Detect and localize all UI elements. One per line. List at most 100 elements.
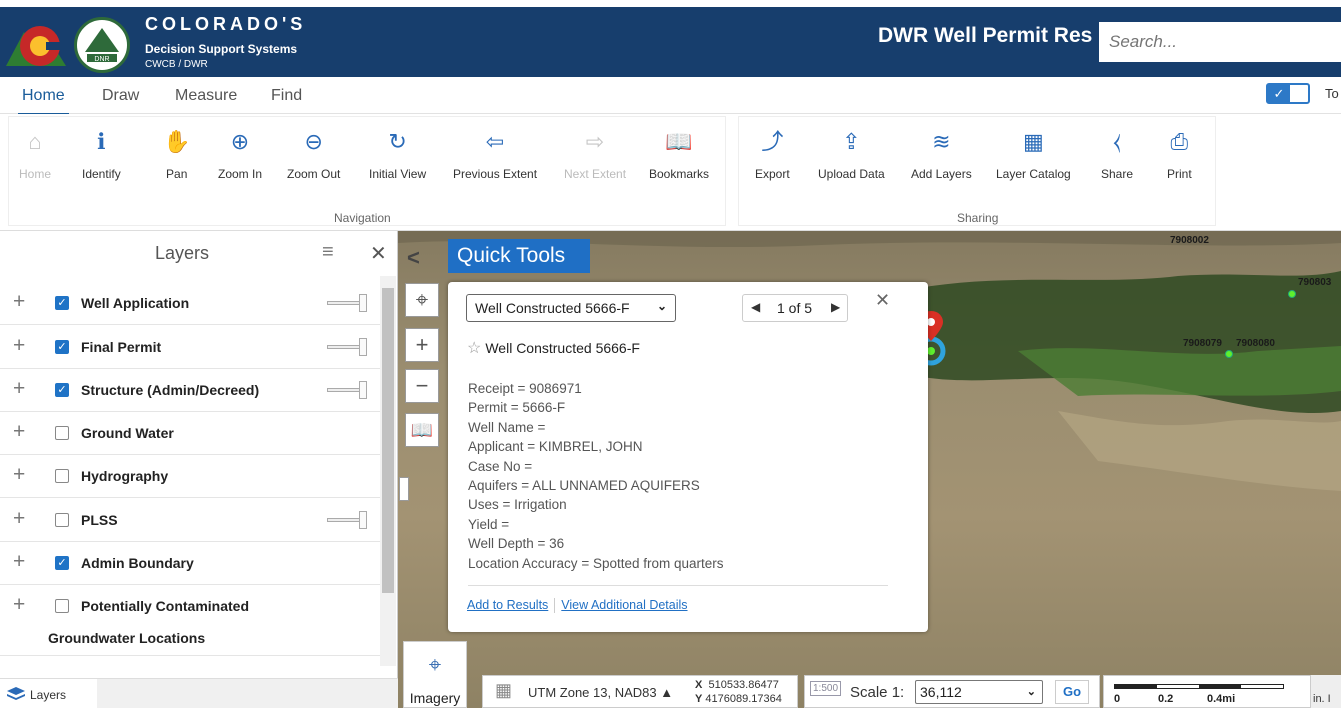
pager-text: 1 of 5 [777,300,813,316]
menu-icon[interactable]: ≡ [322,241,334,264]
next-extent-button[interactable]: ⇨ Next Extent [564,125,626,181]
layers-bottom-tab-label: Layers [30,688,67,702]
expand-icon[interactable]: + [13,420,25,444]
opacity-slider[interactable] [327,338,369,356]
chevron-down-icon: ⌄ [656,299,667,313]
map-view[interactable]: < Quick Tools ⌖ + − 📖 7908002 790803 790… [398,231,1341,708]
next-arrow-icon[interactable]: ▶ [831,300,840,314]
attribute-line: Yield = [468,516,510,532]
scale-bar-label: 0.2 [1158,693,1174,705]
expand-icon[interactable]: + [13,377,25,401]
layers-panel-title: Layers [155,243,210,263]
layer-name-continued: Groundwater Locations [48,630,206,646]
feature-select[interactable]: Well Constructed 5666-F ⌄ [466,294,676,322]
opacity-slider[interactable] [327,511,369,529]
tab-draw[interactable]: Draw [102,87,139,105]
layers-bottom-tab[interactable]: Layers [0,679,97,709]
ribbon-toolbar: ⌂ Home ℹ Identify ✋ Pan ⊕ Zoom In ⊖ Zoom Out … [0,114,1341,231]
navigation-group-label: Navigation [334,211,391,225]
zoom-in-button[interactable]: ⊕ Zoom In [218,125,262,181]
prev-arrow-icon[interactable]: ◀ [751,300,760,314]
add-layers-button[interactable]: ≋ Add Layers [911,125,972,181]
popup-title: ☆ Well Constructed 5666-F [467,338,640,358]
brand-agency: CWCB / DWR [145,59,208,70]
upload-icon: ⇪ [842,129,861,154]
previous-extent-button[interactable]: ⇦ Previous Extent [453,125,537,181]
go-button[interactable]: Go [1055,680,1089,704]
layer-checkbox[interactable] [55,599,69,613]
check-icon: ✓ [1268,85,1290,102]
brand-subtitle: Decision Support Systems [145,42,298,56]
scale-bar-graphic [1114,684,1284,689]
layer-name: Hydrography [81,468,169,484]
star-icon[interactable]: ☆ [467,340,481,357]
print-button[interactable]: ⎙ Print [1167,125,1192,181]
toggle-switch[interactable]: ✓ [1266,83,1310,104]
home-button[interactable]: ⌂ Home [19,125,51,181]
zoom-in-icon[interactable]: + [405,328,439,362]
export-button[interactable]: ⤴ Export [755,125,790,181]
layer-row-admin-boundary: + ✓ Admin Boundary [0,542,380,585]
expand-icon[interactable]: + [13,550,25,574]
layer-catalog-button[interactable]: ▦ Layer Catalog [996,125,1071,181]
add-to-results-link[interactable]: Add to Results [467,598,548,612]
coordinate-system[interactable]: UTM Zone 13, NAD83 ▲ [528,685,673,700]
print-icon: ⎙ [1170,129,1189,154]
layer-checkbox[interactable]: ✓ [55,556,69,570]
layer-checkbox[interactable]: ✓ [55,340,69,354]
layer-checkbox[interactable] [55,469,69,483]
quick-tools-button[interactable]: Quick Tools [448,239,590,273]
well-point[interactable] [1225,350,1233,358]
coordinate-readout: ▦ UTM Zone 13, NAD83 ▲ X 510533.86477 Y … [482,675,798,708]
search-input[interactable] [1099,22,1341,62]
opacity-slider[interactable] [327,294,369,312]
basemap-imagery-button[interactable]: ⌖ Imagery [403,641,467,708]
scale-bar: 0 0.2 0.4mi [1103,675,1311,708]
locate-icon[interactable]: ⌖ [405,283,439,317]
layer-checkbox[interactable] [55,513,69,527]
popup-title-text: Well Constructed 5666-F [485,340,640,356]
bookmarks-button[interactable]: 📖 Bookmarks [649,125,709,181]
grid-icon[interactable]: ▦ [495,680,512,701]
well-point[interactable] [1288,290,1296,298]
layer-name: Ground Water [81,425,174,441]
close-icon[interactable]: ✕ [370,241,387,266]
expand-icon[interactable]: + [13,507,25,531]
bookmarks-icon[interactable]: 📖 [405,413,439,447]
ribbon-tabs: Home Draw Measure Find [0,77,1341,116]
opacity-slider[interactable] [327,381,369,399]
svg-text:DNR: DNR [94,56,109,63]
attribute-line: Well Depth = 36 [468,536,565,552]
layer-checkbox[interactable] [55,426,69,440]
zoom-out-icon[interactable]: − [405,369,439,403]
layer-name: PLSS [81,512,118,528]
arrow-right-icon: ⇨ [585,129,605,154]
expand-icon[interactable]: + [13,334,25,358]
zoom-out-button[interactable]: ⊖ Zoom Out [287,125,340,181]
pan-button[interactable]: ✋ Pan [163,125,190,181]
scale-select[interactable]: 36,112 ⌄ [915,680,1043,704]
layer-name: Structure (Admin/Decreed) [81,382,260,398]
identify-button[interactable]: ℹ Identify [82,125,121,181]
expand-icon[interactable]: + [13,463,25,487]
scrollbar-thumb[interactable] [382,288,394,593]
layer-checkbox[interactable]: ✓ [55,296,69,310]
tab-home[interactable]: Home [18,87,69,116]
panel-resize-handle[interactable] [399,477,409,501]
layers-scrollbar[interactable] [380,276,396,666]
scale-bar-label: 0 [1114,693,1121,705]
view-details-link[interactable]: View Additional Details [561,598,687,612]
minus-circle-icon: ⊖ [304,129,323,154]
tab-measure[interactable]: Measure [175,87,237,105]
expand-icon[interactable]: + [13,593,25,617]
tab-find[interactable]: Find [271,87,302,105]
book-icon: 📖 [665,129,693,154]
layer-row-structure: + ✓ Structure (Admin/Decreed) [0,369,380,412]
layer-checkbox[interactable]: ✓ [55,383,69,397]
expand-icon[interactable]: + [13,290,25,314]
initial-view-button[interactable]: ↻ Initial View [369,125,426,181]
collapse-panel-icon[interactable]: < [407,245,420,271]
share-button[interactable]: ⧼ Share [1101,125,1133,181]
close-icon[interactable]: ✕ [875,290,890,311]
upload-data-button[interactable]: ⇪ Upload Data [818,125,885,181]
